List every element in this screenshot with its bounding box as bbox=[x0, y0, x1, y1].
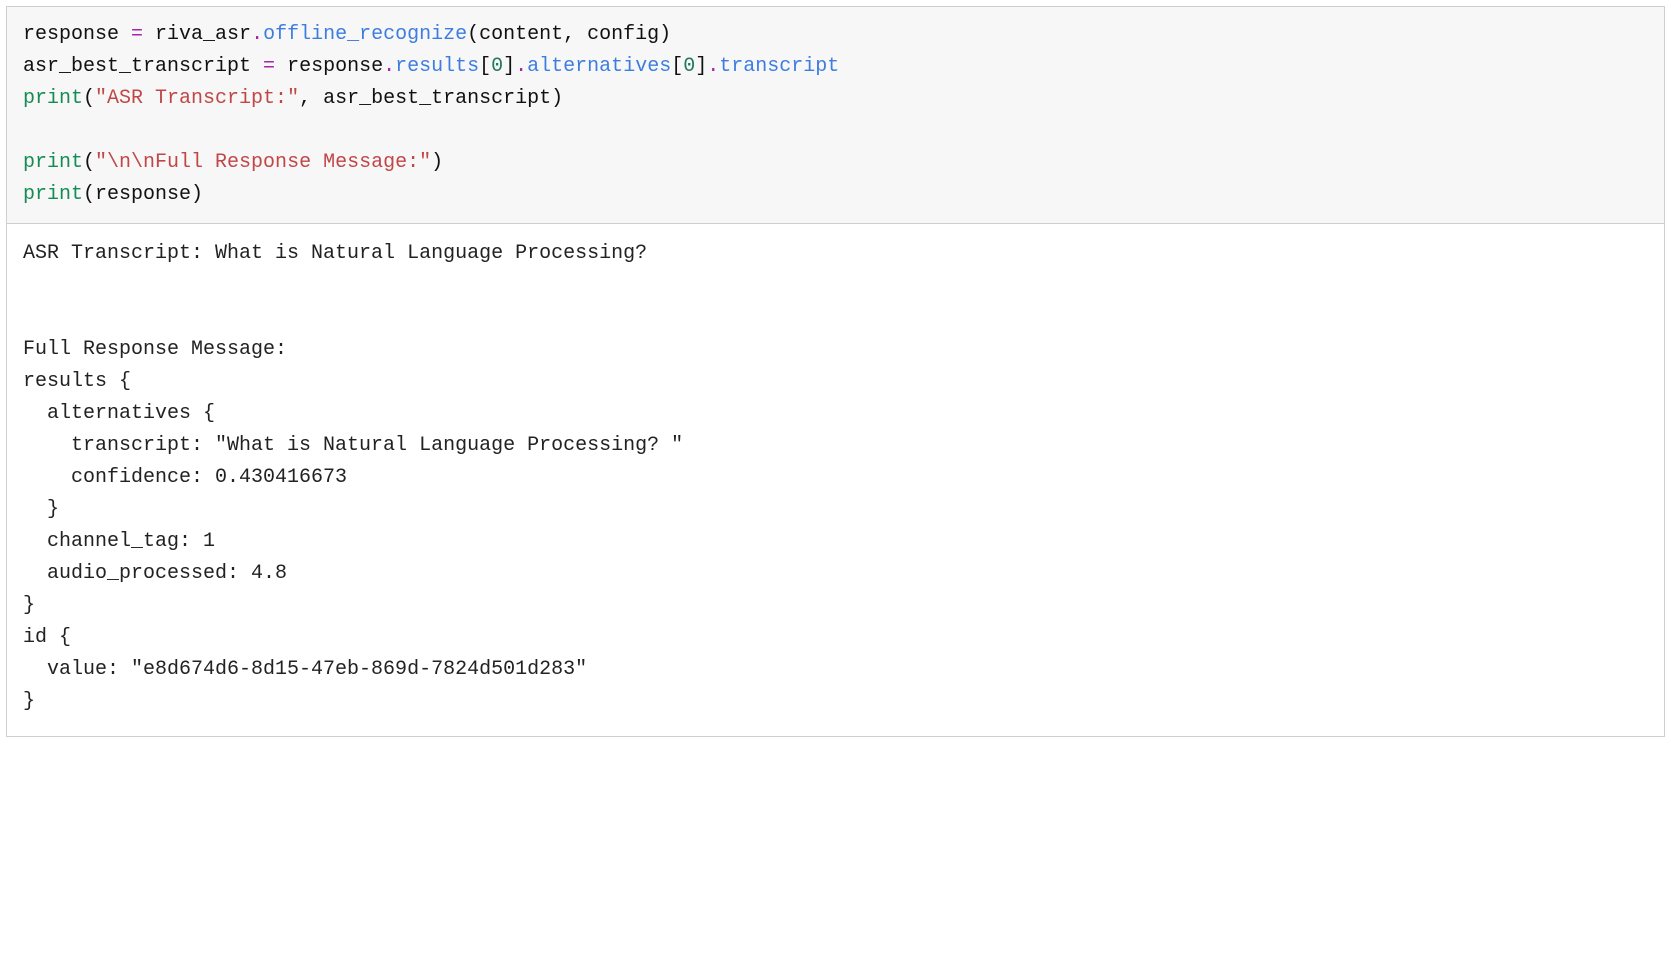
token-dot: . bbox=[515, 55, 527, 78]
token-attr: alternatives bbox=[527, 55, 671, 78]
token-paren: ) bbox=[551, 87, 563, 110]
token-number: 0 bbox=[491, 55, 503, 78]
token-paren: ( bbox=[83, 183, 95, 206]
token-func: print bbox=[23, 151, 83, 174]
token-name: response bbox=[287, 55, 383, 78]
token-paren: ( bbox=[83, 151, 95, 174]
output-line: } bbox=[23, 594, 35, 617]
token-name: response bbox=[23, 23, 131, 46]
token-args: content, config bbox=[479, 23, 659, 46]
token-name: asr_best_transcript bbox=[23, 55, 263, 78]
token-paren: ( bbox=[467, 23, 479, 46]
token-paren: ) bbox=[191, 183, 203, 206]
token-dot: . bbox=[251, 23, 263, 46]
output-line: id { bbox=[23, 626, 71, 649]
output-line: } bbox=[23, 690, 35, 713]
token-attr: offline_recognize bbox=[263, 23, 467, 46]
token-dot: . bbox=[707, 55, 719, 78]
token-paren: ) bbox=[431, 151, 443, 174]
output-line: } bbox=[23, 498, 59, 521]
token-number: 0 bbox=[683, 55, 695, 78]
code-input-cell[interactable]: response = riva_asr.offline_recognize(co… bbox=[7, 7, 1664, 224]
code-output-cell: ASR Transcript: What is Natural Language… bbox=[7, 224, 1664, 736]
token-name: riva_asr bbox=[155, 23, 251, 46]
code-line-2: asr_best_transcript = response.results[0… bbox=[23, 55, 839, 78]
output-line: ASR Transcript: What is Natural Language… bbox=[23, 242, 647, 265]
token-bracket: [ bbox=[671, 55, 683, 78]
token-attr: transcript bbox=[719, 55, 839, 78]
token-func: print bbox=[23, 183, 83, 206]
code-line-3: print("ASR Transcript:", asr_best_transc… bbox=[23, 87, 563, 110]
code-line-6: print(response) bbox=[23, 183, 203, 206]
output-line: value: "e8d674d6-8d15-47eb-869d-7824d501… bbox=[23, 658, 587, 681]
token-dot: . bbox=[383, 55, 395, 78]
code-line-5: print("\n\nFull Response Message:") bbox=[23, 151, 443, 174]
output-line: audio_processed: 4.8 bbox=[23, 562, 287, 585]
token-op: = bbox=[263, 55, 287, 78]
output-line: transcript: "What is Natural Language Pr… bbox=[23, 434, 683, 457]
code-line-1: response = riva_asr.offline_recognize(co… bbox=[23, 23, 671, 46]
token-attr: results bbox=[395, 55, 479, 78]
token-paren: ( bbox=[83, 87, 95, 110]
token-name: response bbox=[95, 183, 191, 206]
token-bracket: ] bbox=[695, 55, 707, 78]
output-line: alternatives { bbox=[23, 402, 215, 425]
output-line: confidence: 0.430416673 bbox=[23, 466, 347, 489]
token-bracket: [ bbox=[479, 55, 491, 78]
token-op: = bbox=[131, 23, 155, 46]
token-paren: ) bbox=[659, 23, 671, 46]
token-args: , asr_best_transcript bbox=[299, 87, 551, 110]
token-string: "\n\nFull Response Message:" bbox=[95, 151, 431, 174]
output-line: Full Response Message: bbox=[23, 338, 287, 361]
output-line: channel_tag: 1 bbox=[23, 530, 215, 553]
notebook-cell: response = riva_asr.offline_recognize(co… bbox=[6, 6, 1665, 737]
output-line: results { bbox=[23, 370, 131, 393]
token-string: "ASR Transcript:" bbox=[95, 87, 299, 110]
token-bracket: ] bbox=[503, 55, 515, 78]
token-func: print bbox=[23, 87, 83, 110]
